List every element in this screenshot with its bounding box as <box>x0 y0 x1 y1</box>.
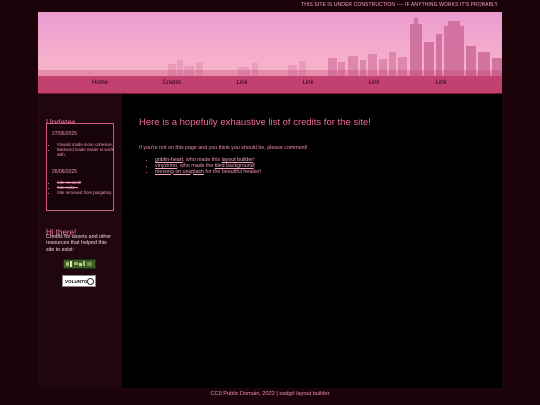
button-badge[interactable]: VOLUNTOR <box>62 275 96 287</box>
construction-notice: THIS SITE IS UNDER CONSTRUCTION ---- IF … <box>301 2 498 8</box>
header-banner <box>38 12 502 76</box>
credits-list: goblin-heart, who made this layout build… <box>147 157 262 176</box>
intro-text: If you're not on this page and you think… <box>139 145 308 151</box>
update-list: Site created! Site exits... Site removed… <box>50 180 119 196</box>
page-container: Home Credits Link Link Link Link Updates… <box>38 12 502 388</box>
nav-link-3[interactable]: Link <box>368 80 379 86</box>
credit-author-link[interactable]: mexong on unsplash <box>155 169 204 175</box>
credit-item: mexong on unsplash for the beautiful hea… <box>155 168 262 176</box>
credit-text: for the beautiful header! <box>203 168 262 175</box>
footer-text: CC0 Public Domain, 2022 | sadgrl layout … <box>210 391 330 397</box>
nav-link-1[interactable]: Link <box>236 80 247 86</box>
credits-blurb: Credits for assets and other resources t… <box>46 234 112 253</box>
nav-home-link[interactable]: Home <box>92 80 108 86</box>
update-item: Site removed from purgatory. <box>57 190 119 196</box>
city-skyline-image <box>38 12 502 76</box>
nav-link-2[interactable]: Link <box>302 80 313 86</box>
page-title: Here is a hopefully exhaustive list of c… <box>139 117 371 128</box>
main-content: Here is a hopefully exhaustive list of c… <box>122 94 502 388</box>
update-date: 26/06/2025 <box>52 169 78 175</box>
updates-box[interactable]: 27/06/2025 Visuals made more cohesive. B… <box>46 123 114 211</box>
nav-bar: Home Credits Link Link Link Link <box>38 76 502 94</box>
circle-icon <box>86 277 94 285</box>
update-list: Visuals made more cohesive. Backend made… <box>50 142 119 158</box>
update-item: Backend made easier to work with. <box>57 147 119 158</box>
nav-credits-link[interactable]: Credits <box>162 80 181 86</box>
update-date: 27/06/2025 <box>52 131 78 137</box>
pixel-badge-icon[interactable] <box>63 259 96 269</box>
sidebar: Updates 27/06/2025 Visuals made more coh… <box>38 94 122 388</box>
nav-link-4[interactable]: Link <box>435 80 446 86</box>
